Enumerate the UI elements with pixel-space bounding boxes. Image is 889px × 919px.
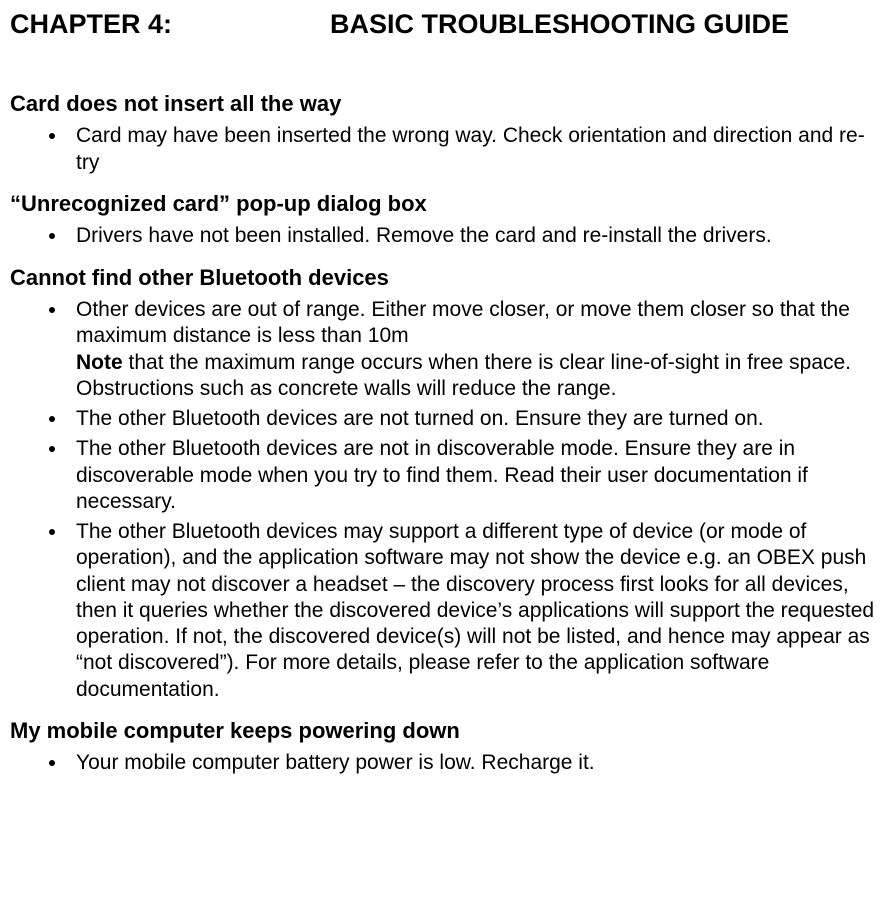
chapter-header: CHAPTER 4: BASIC TROUBLESHOOTING GUIDE [10, 8, 879, 42]
section-heading-4: My mobile computer keeps powering down [10, 717, 879, 745]
section-list-2: Drivers have not been installed. Remove … [10, 223, 879, 249]
list-item: The other Bluetooth devices may support … [68, 519, 879, 703]
list-item: Your mobile computer battery power is lo… [68, 750, 879, 776]
list-item: Drivers have not been installed. Remove … [68, 223, 879, 249]
chapter-title: BASIC TROUBLESHOOTING GUIDE [330, 8, 879, 42]
section-heading-2: “Unrecognized card” pop-up dialog box [10, 190, 879, 218]
section-list-3: Other devices are out of range. Either m… [10, 297, 879, 703]
item-text: Other devices are out of range. Either m… [76, 298, 850, 347]
section-list-1: Card may have been inserted the wrong wa… [10, 123, 879, 176]
note-label: Note [76, 351, 123, 374]
list-item: Card may have been inserted the wrong wa… [68, 123, 879, 176]
list-item: Other devices are out of range. Either m… [68, 297, 879, 402]
section-heading-1: Card does not insert all the way [10, 90, 879, 118]
section-heading-3: Cannot find other Bluetooth devices [10, 264, 879, 292]
list-item: The other Bluetooth devices are not in d… [68, 436, 879, 515]
section-list-4: Your mobile computer battery power is lo… [10, 750, 879, 776]
list-item: The other Bluetooth devices are not turn… [68, 406, 879, 432]
note-text: that the maximum range occurs when there… [76, 351, 851, 400]
chapter-number: CHAPTER 4: [10, 8, 330, 42]
